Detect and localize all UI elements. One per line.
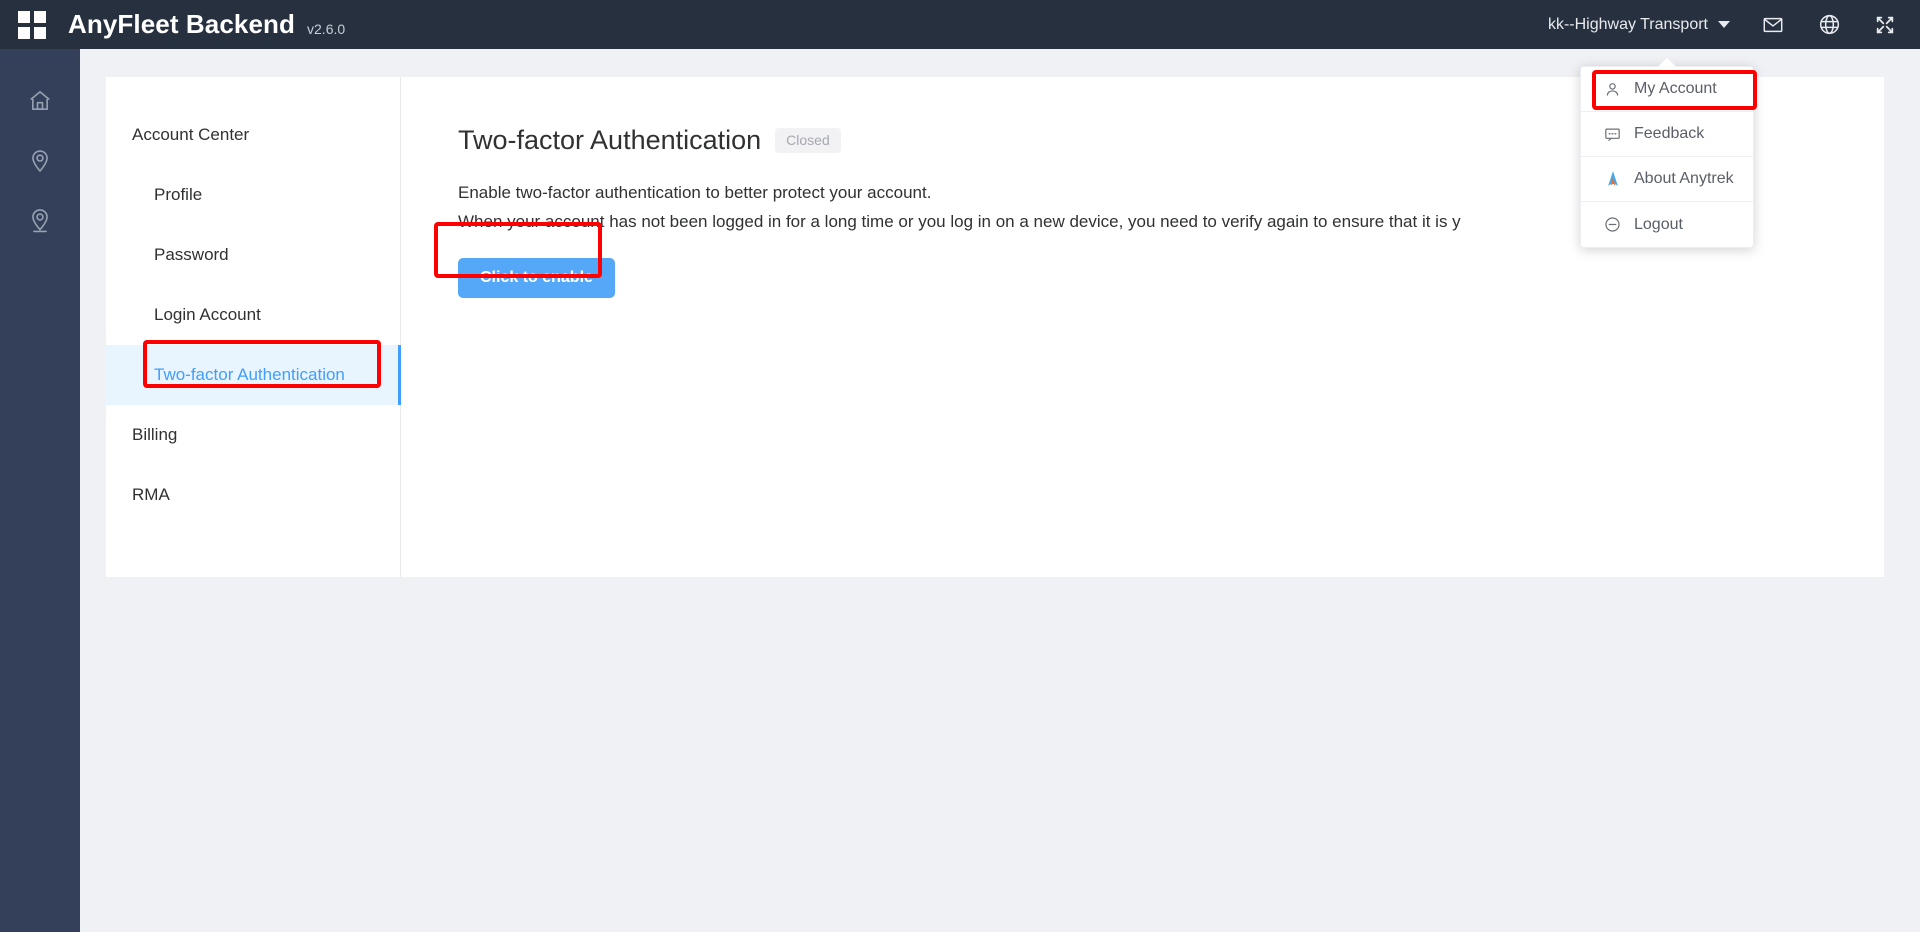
comment-icon — [1603, 126, 1622, 143]
minus-circle-icon — [1603, 216, 1622, 233]
location-pin-icon — [27, 148, 53, 174]
submenu-item-two-factor-authentication[interactable]: Two-factor Authentication — [106, 345, 400, 405]
submenu-item-password[interactable]: Password — [106, 225, 400, 285]
status-badge: Closed — [775, 128, 841, 153]
app-header: AnyFleet Backend v2.6.0 kk--Highway Tran… — [0, 0, 1920, 49]
dropdown-item-label: My Account — [1634, 80, 1717, 98]
submenu-label: Password — [154, 245, 229, 265]
home-icon — [27, 88, 53, 114]
submenu-item-rma[interactable]: RMA — [106, 465, 400, 525]
submenu-label: Profile — [154, 185, 202, 205]
rail-item-location-history[interactable] — [0, 191, 80, 251]
fullscreen-icon[interactable] — [1872, 12, 1898, 38]
enable-button-wrap: Click to enable — [458, 258, 608, 298]
chevron-down-icon — [1718, 21, 1730, 28]
page-title: Two-factor Authentication — [458, 125, 761, 156]
dropdown-item-about-anytrek[interactable]: About Anytrek — [1581, 157, 1753, 202]
account-switcher[interactable]: kk--Highway Transport — [1548, 16, 1730, 34]
submenu-label: Login Account — [154, 305, 261, 325]
submenu-label: RMA — [132, 485, 170, 505]
submenu-label: Billing — [132, 425, 177, 445]
location-pin-underline-icon — [27, 208, 53, 234]
app-version: v2.6.0 — [307, 13, 345, 37]
dropdown-item-logout[interactable]: Logout — [1581, 202, 1753, 247]
dropdown-item-label: Feedback — [1634, 125, 1704, 143]
submenu-item-profile[interactable]: Profile — [106, 165, 400, 225]
submenu-label: Account Center — [132, 125, 249, 145]
app-title: AnyFleet Backend — [68, 9, 295, 40]
anytrek-logo-icon — [1603, 170, 1622, 188]
icon-rail — [0, 49, 80, 932]
dropdown-item-label: About Anytrek — [1634, 170, 1734, 188]
submenu-item-login-account[interactable]: Login Account — [106, 285, 400, 345]
dropdown-item-feedback[interactable]: Feedback — [1581, 112, 1753, 157]
dropdown-item-label: Logout — [1634, 216, 1683, 234]
account-name: kk--Highway Transport — [1548, 16, 1708, 34]
grid-logo-icon[interactable] — [18, 11, 46, 39]
account-submenu: Account Center Profile Password Login Ac… — [106, 77, 401, 577]
rail-item-home[interactable] — [0, 71, 80, 131]
submenu-item-billing[interactable]: Billing — [106, 405, 400, 465]
user-icon — [1603, 81, 1622, 98]
dropdown-item-my-account[interactable]: My Account — [1581, 67, 1753, 112]
header-actions: kk--Highway Transport — [1548, 0, 1920, 49]
globe-icon[interactable] — [1816, 12, 1842, 38]
dropdown-caret-icon — [1658, 58, 1676, 67]
submenu-item-account-center[interactable]: Account Center — [106, 105, 400, 165]
user-dropdown-menu: My Account Feedback About Anytrek — [1580, 66, 1754, 248]
mail-icon[interactable] — [1760, 12, 1786, 38]
submenu-label: Two-factor Authentication — [154, 365, 345, 385]
click-to-enable-button[interactable]: Click to enable — [458, 258, 615, 298]
rail-item-location[interactable] — [0, 131, 80, 191]
